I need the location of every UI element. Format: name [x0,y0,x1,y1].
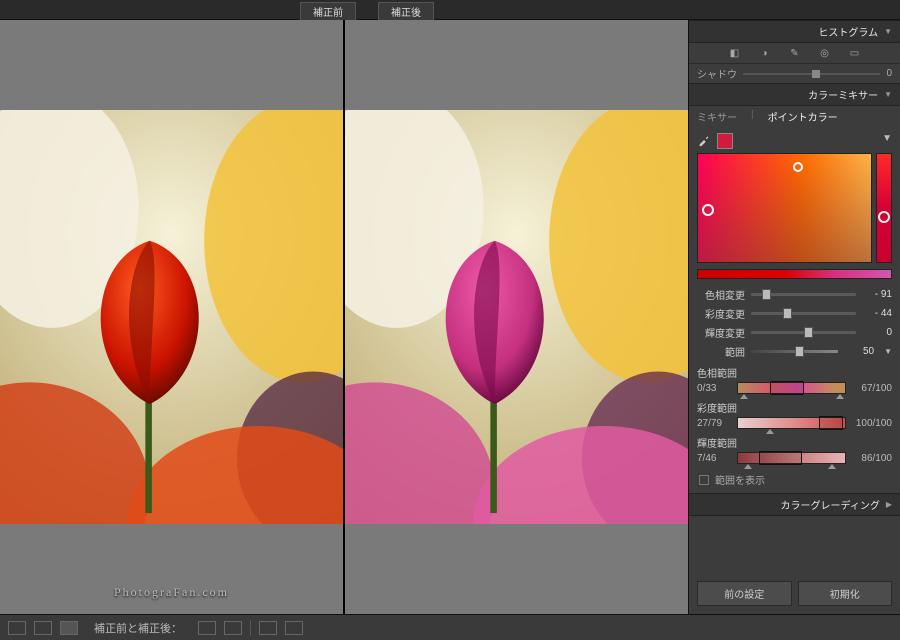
layout-2-icon[interactable] [224,621,242,635]
show-range-checkbox[interactable]: 範囲を表示 [689,466,900,493]
lum-range-bar[interactable]: 7/46 86/100 [697,452,892,464]
reset-button[interactable]: 初期化 [798,581,893,606]
after-pane [343,20,688,614]
disclose-icon[interactable]: ▼ [882,133,892,144]
tool-icon-5[interactable]: ▭ [849,47,861,59]
eyedropper-icon[interactable] [697,133,711,147]
app-root: 補正前 補正後 [0,0,900,640]
shadow-value: 0 [886,68,892,79]
hue-column[interactable] [876,153,892,263]
source-point[interactable] [793,162,803,172]
color-mixer-title: カラーミキサー [808,87,878,102]
image-viewer[interactable]: PhotograFan.com [0,20,688,614]
mixer-tabs: ミキサー | ポイントカラー [689,106,900,127]
hue-ring[interactable] [878,211,890,223]
footer-status: 補正前と補正後： [94,620,182,636]
view-mode-2-icon[interactable] [34,621,52,635]
tool-icon-4[interactable]: ◎ [819,47,831,59]
hue-strip[interactable] [697,269,892,279]
before-label: 補正前 [300,2,356,21]
target-point[interactable] [702,204,714,216]
color-grading-header[interactable]: カラーグレーディング ▶ [689,493,900,516]
checkbox-icon[interactable] [699,475,709,485]
histogram-header[interactable]: ヒストグラム ▼ [689,20,900,43]
footer-toolbar: 補正前と補正後： [0,614,900,640]
panel-buttons: 前の設定 初期化 [689,575,900,614]
lum-shift-slider[interactable]: 輝度変更 0 [689,323,900,342]
lum-range-label: 輝度範囲 [689,431,900,450]
hue-shift-slider[interactable]: 色相変更 - 91 [689,285,900,304]
tool-icon-2[interactable]: ◑ [759,47,771,59]
gradient-field[interactable] [697,153,872,263]
layout-3-icon[interactable] [259,621,277,635]
histogram-title: ヒストグラム [818,24,878,39]
tab-point-color[interactable]: ポイントカラー [768,109,838,124]
hue-range-label: 色相範囲 [689,361,900,380]
tab-mixer[interactable]: ミキサー [697,109,737,124]
color-mixer-header[interactable]: カラーミキサー ▼ [689,83,900,106]
after-photo [345,110,688,524]
chevron-down-icon: ▼ [884,27,892,36]
shadow-label: シャドウ [697,66,737,81]
after-label: 補正後 [378,2,434,21]
watermark: PhotograFan.com [114,585,229,600]
color-swatch[interactable] [717,133,733,149]
hue-range-bar[interactable]: 0/33 67/100 [697,382,892,394]
before-pane: PhotograFan.com [0,20,343,614]
view-mode-3-icon[interactable] [60,621,78,635]
tool-icon-1[interactable]: ◧ [729,47,741,59]
before-photo [0,110,343,524]
layout-1-icon[interactable] [198,621,216,635]
picker-row: ▼ [689,127,900,151]
sat-range-bar[interactable]: 27/79 100/100 [697,417,892,429]
right-panel: ヒストグラム ▼ ◧ ◑ ✎ ◎ ▭ シャドウ 0 カラーミキサー ▼ ミキサー [688,20,900,614]
chevron-down-icon[interactable]: ▼ [884,347,892,356]
color-field[interactable] [697,153,892,263]
range-slider[interactable]: 範囲 50 ▼ [689,342,900,361]
tool-strip: ◧ ◑ ✎ ◎ ▭ [689,43,900,64]
prev-settings-button[interactable]: 前の設定 [697,581,792,606]
view-mode-1-icon[interactable] [8,621,26,635]
compare-header: 補正前 補正後 [0,0,900,20]
sat-shift-slider[interactable]: 彩度変更 - 44 [689,304,900,323]
shadow-slider[interactable]: シャドウ 0 [689,64,900,83]
sat-range-label: 彩度範囲 [689,396,900,415]
layout-4-icon[interactable] [285,621,303,635]
chevron-right-icon: ▶ [886,500,892,509]
tool-icon-3[interactable]: ✎ [789,47,801,59]
main-area: PhotograFan.com [0,20,900,614]
chevron-down-icon: ▼ [884,90,892,99]
